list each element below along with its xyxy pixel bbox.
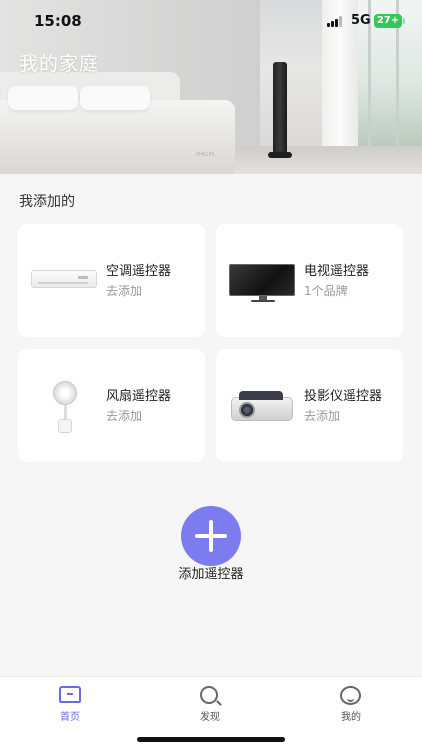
television-icon xyxy=(229,252,295,308)
page-title[interactable]: 我的家庭 xyxy=(19,49,99,76)
status-time: 15:08 xyxy=(34,12,82,30)
cellular-signal-icon xyxy=(327,16,345,27)
air-conditioner-icon xyxy=(31,252,97,308)
hero-pillow xyxy=(8,86,78,110)
battery-tip xyxy=(403,18,405,24)
device-card-air-conditioner[interactable]: 空调遥控器 去添加 xyxy=(18,224,205,337)
status-bar: 15:08 5G 27+ xyxy=(0,0,422,44)
search-icon xyxy=(200,686,218,704)
tab-label: 我的 xyxy=(341,712,361,723)
projector-icon xyxy=(229,377,295,433)
fan-icon xyxy=(31,377,97,433)
device-name: 投影仪遥控器 xyxy=(304,389,383,404)
device-card-fan[interactable]: 风扇遥控器 去添加 xyxy=(18,349,205,462)
device-name: 空调遥控器 xyxy=(106,264,172,279)
add-remote-button[interactable] xyxy=(181,506,241,566)
section-title: 我添加的 xyxy=(19,194,75,210)
home-icon xyxy=(59,686,81,703)
battery-icon: 27+ xyxy=(374,14,402,28)
tab-profile[interactable]: 我的 xyxy=(306,677,396,727)
device-subtitle: 去添加 xyxy=(304,409,341,423)
hero-tower-fan xyxy=(273,62,287,154)
tab-label: 首页 xyxy=(60,712,80,723)
hero-tower-fan-base xyxy=(268,152,292,158)
smile-icon xyxy=(340,686,361,705)
device-subtitle: 去添加 xyxy=(106,284,143,298)
tab-discover[interactable]: 发现 xyxy=(165,677,255,727)
device-card-projector[interactable]: 投影仪遥控器 去添加 xyxy=(216,349,403,462)
device-name: 电视遥控器 xyxy=(304,264,370,279)
add-remote-label[interactable]: 添加遥控器 xyxy=(0,563,422,582)
hero-banner: PHILIPS 15:08 5G 27+ 我的家庭 xyxy=(0,0,422,174)
network-type: 5G xyxy=(351,13,371,28)
hero-pillow xyxy=(80,86,150,110)
hero-watermark: PHILIPS xyxy=(196,152,215,158)
tab-home[interactable]: 首页 xyxy=(25,677,115,727)
device-subtitle: 1个品牌 xyxy=(304,284,348,298)
home-indicator xyxy=(137,737,285,742)
device-name: 风扇遥控器 xyxy=(106,389,172,404)
tab-label: 发现 xyxy=(200,712,220,723)
device-card-television[interactable]: 电视遥控器 1个品牌 xyxy=(216,224,403,337)
device-subtitle: 去添加 xyxy=(106,409,143,423)
hero-bed xyxy=(0,100,235,174)
